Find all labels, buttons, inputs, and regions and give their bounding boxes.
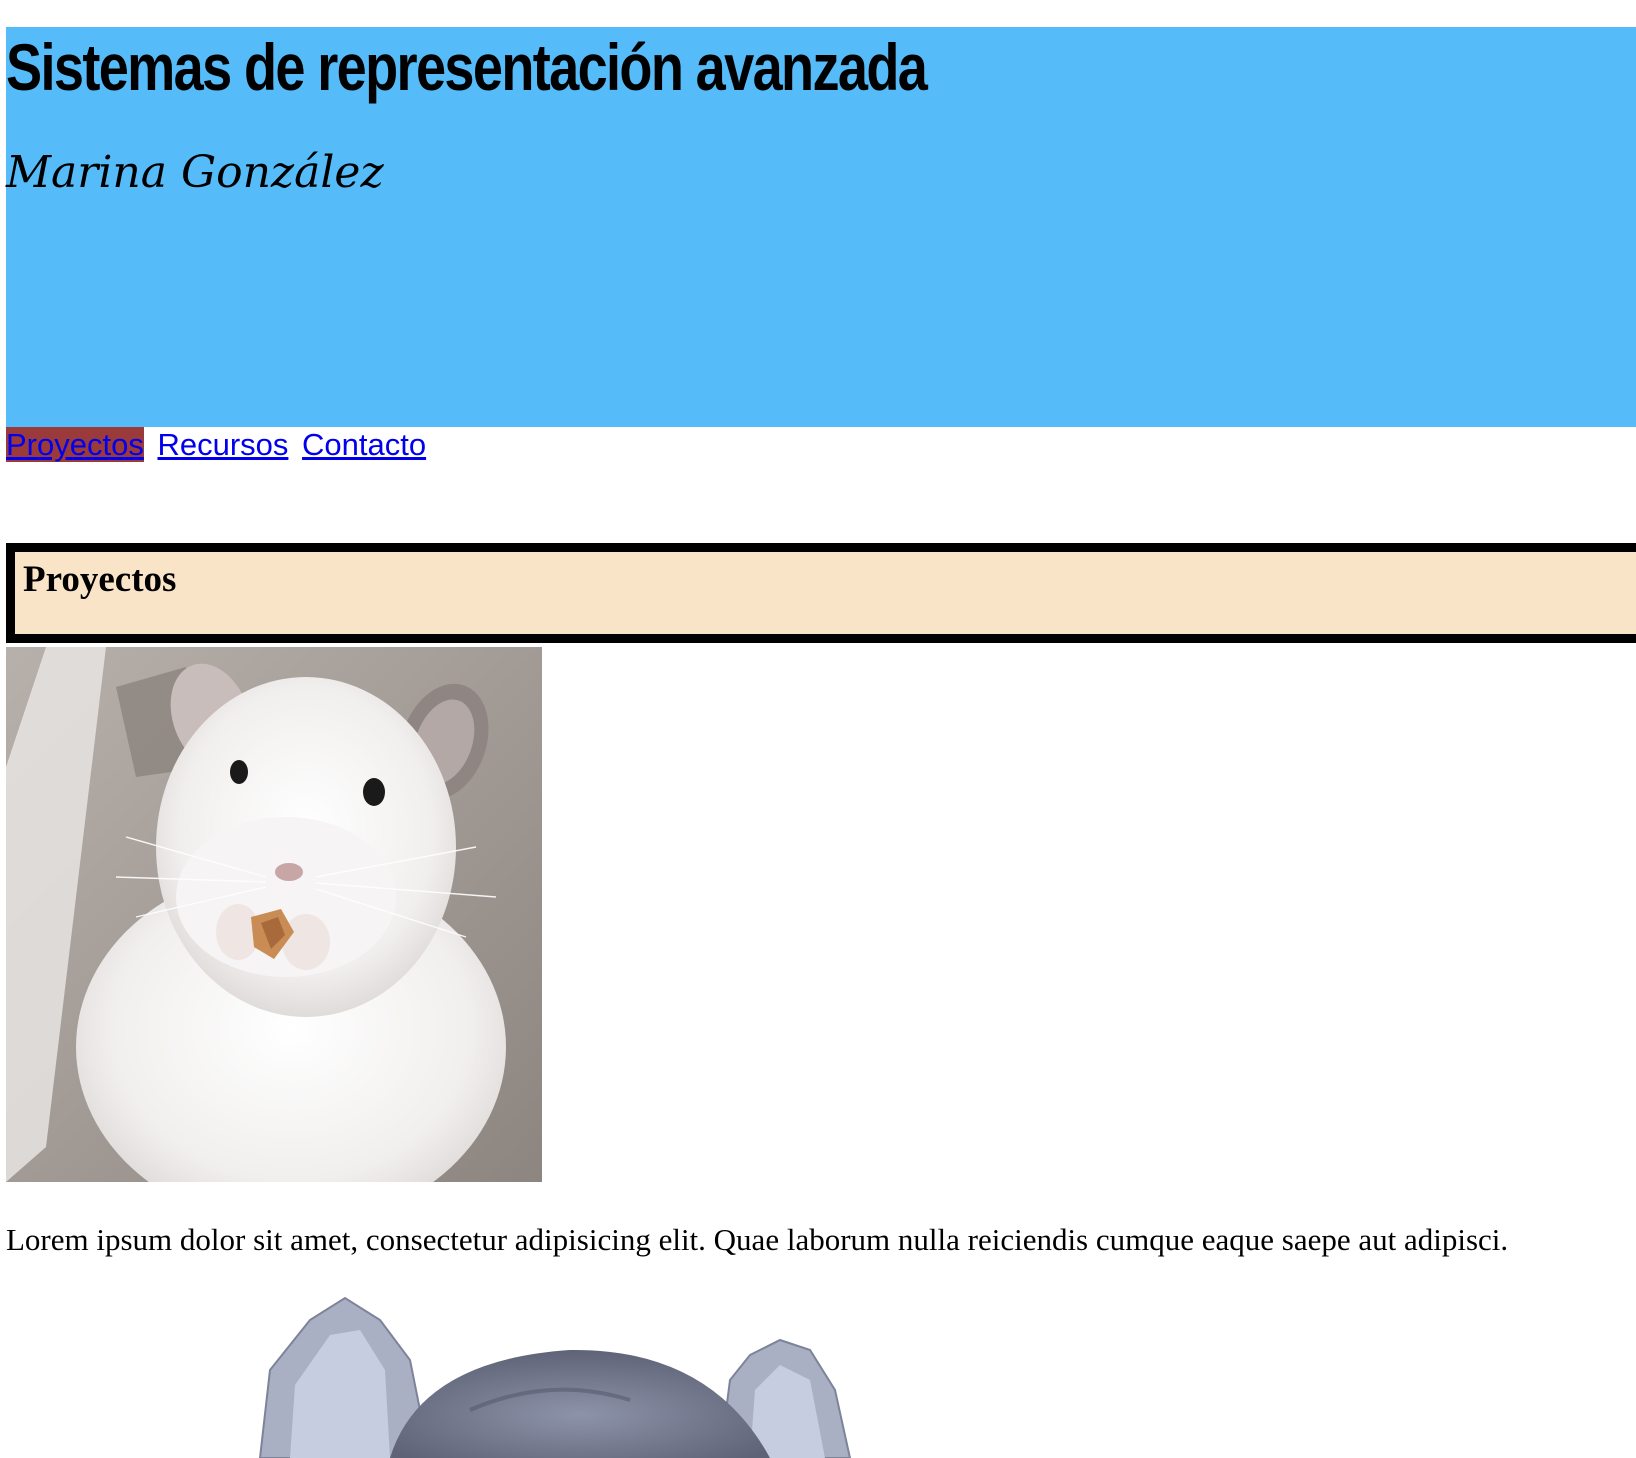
chinchilla-illustration-white	[6, 647, 542, 1182]
author-name: Marina González	[6, 147, 384, 198]
project-description: Lorem ipsum dolor sit amet, consectetur …	[6, 1222, 1509, 1257]
main-nav: Proyectos Recursos Contacto	[6, 427, 431, 465]
projects-section-header: Proyectos	[6, 543, 1636, 643]
chinchilla-photo-white	[6, 647, 542, 1182]
chinchilla-illustration-grey	[258, 1296, 852, 1458]
site-title: Sistemas de representación avanzada	[6, 30, 928, 104]
site-header: Sistemas de representación avanzada Mari…	[6, 27, 1636, 427]
chinchilla-photo-grey	[250, 1290, 910, 1458]
nav-link-proyectos[interactable]: Proyectos	[6, 427, 144, 462]
section-title: Proyectos	[23, 559, 177, 600]
nav-link-recursos[interactable]: Recursos	[157, 427, 288, 462]
nav-link-contacto[interactable]: Contacto	[302, 427, 426, 462]
